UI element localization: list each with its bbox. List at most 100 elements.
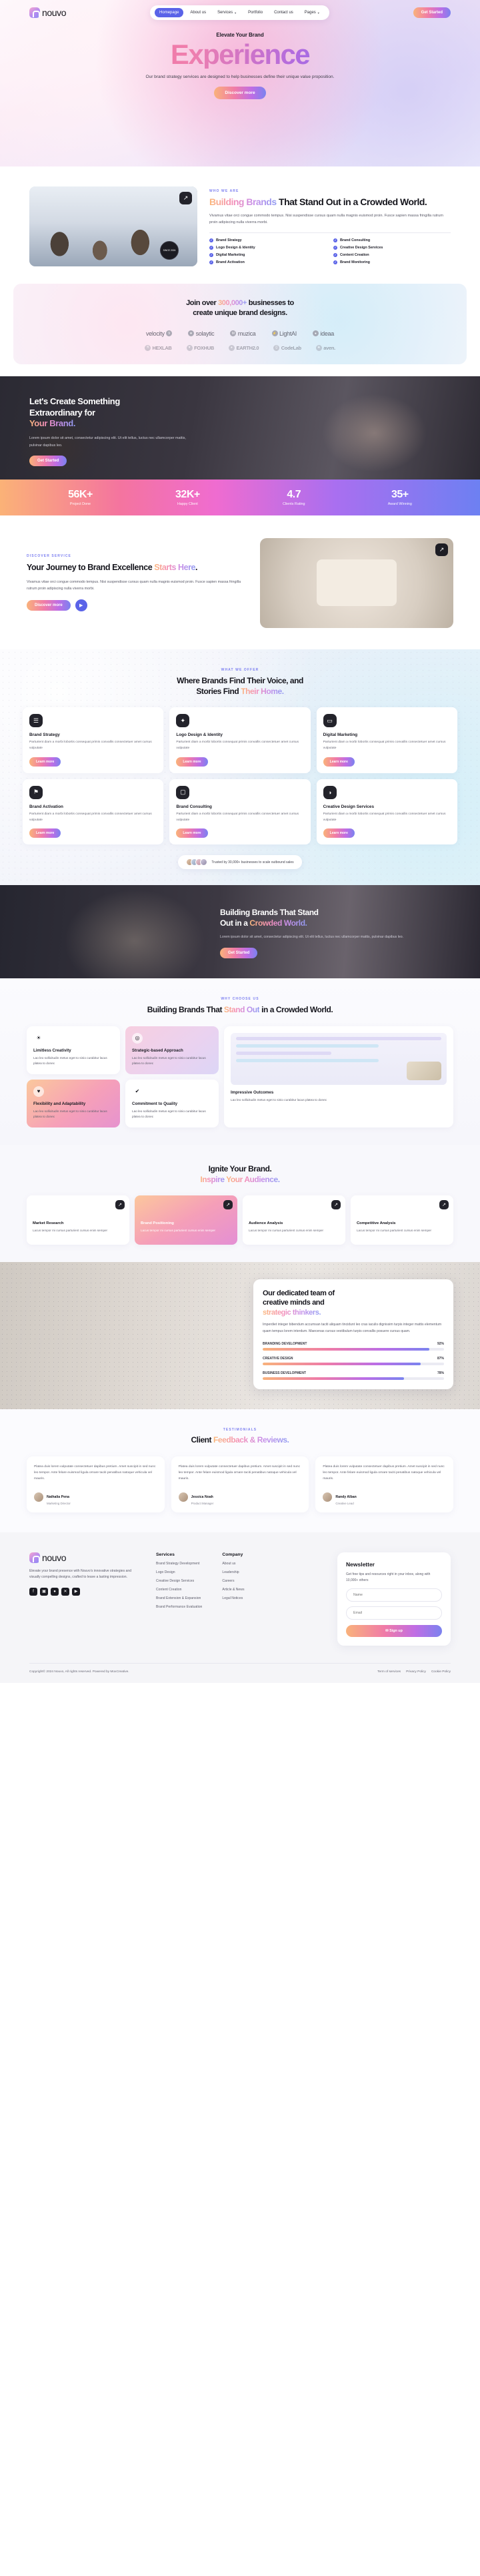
facebook-icon[interactable]: f bbox=[29, 1587, 37, 1596]
footer-link[interactable]: Leadership bbox=[222, 1570, 244, 1574]
rocket-icon: ⚑ bbox=[29, 785, 43, 799]
why-tiles: ☀ Limitless Creativity Lao leo sollicitu… bbox=[27, 1026, 453, 1127]
legal-link[interactable]: Term of services bbox=[377, 1670, 401, 1674]
footer-link[interactable]: Content Creation bbox=[156, 1588, 202, 1592]
service-card[interactable]: ✦ Logo Design & Identity Parturient diam… bbox=[169, 707, 311, 773]
hero-content: Elevate Your Brand Experience Our brand … bbox=[0, 32, 480, 100]
journey-heading-accent: Starts Here bbox=[154, 563, 195, 573]
brand-name: nouvo bbox=[42, 7, 67, 18]
dribbble-icon[interactable]: ● bbox=[51, 1587, 59, 1596]
offer-eyebrow: WHAT WE OFFER bbox=[221, 667, 259, 672]
newsletter-card: Newsletter Get free tips and resources r… bbox=[337, 1552, 451, 1646]
nav-item-pages[interactable]: Pages ▼ bbox=[300, 8, 325, 17]
learn-more-button[interactable]: Learn more bbox=[323, 757, 355, 767]
service-card[interactable]: ◑ Creative Design Services Parturient di… bbox=[316, 779, 457, 845]
footer-link[interactable]: Brand Extension & Expansion bbox=[156, 1596, 202, 1600]
stat-label: Happy Client bbox=[177, 501, 198, 506]
offer-heading-line2-pre: Stories Find bbox=[196, 686, 241, 696]
social-links: f ▣ ● ✕ ▶ bbox=[29, 1587, 136, 1596]
dark-cta-line1: Let's Create Something bbox=[29, 396, 120, 406]
ignite-card-title: Market Research bbox=[33, 1221, 64, 1225]
ignite-card[interactable]: ↗ Brand Positioning Lacus tempor mi curs… bbox=[135, 1195, 237, 1245]
hero-section: nouvo Homepage About us Services ▼ Portfo… bbox=[0, 0, 480, 166]
who-paragraph: Vivamus vitae orci congue commodo tempus… bbox=[209, 214, 443, 225]
check-icon: ✓ bbox=[333, 238, 337, 242]
service-card[interactable]: ▢ Brand Consulting Parturient diam a mor… bbox=[169, 779, 311, 845]
youtube-icon[interactable]: ▶ bbox=[72, 1587, 80, 1596]
client-logo-name: solaytic bbox=[195, 330, 215, 337]
get-started-button[interactable]: Get Started bbox=[413, 7, 451, 18]
learn-more-button[interactable]: Learn more bbox=[176, 757, 208, 767]
footer-logo[interactable]: nouvo bbox=[29, 1552, 136, 1563]
footer-link[interactable]: Creative Design Services bbox=[156, 1579, 202, 1583]
learn-more-button[interactable]: Learn more bbox=[176, 828, 208, 838]
ignite-card[interactable]: ↗ Market Research Lacus tempor mi cursus… bbox=[27, 1195, 129, 1245]
ignite-line1: Ignite Your Brand. bbox=[208, 1163, 272, 1173]
service-card[interactable]: ▭ Digital Marketing Parturient diam a mo… bbox=[316, 707, 457, 773]
arrow-up-right-icon[interactable]: ↗ bbox=[435, 543, 448, 556]
stat-number: 32K+ bbox=[175, 488, 200, 500]
brand-logo[interactable]: nouvo bbox=[29, 7, 67, 18]
instagram-icon[interactable]: ▣ bbox=[40, 1587, 48, 1596]
dark-band-button[interactable]: Get Started bbox=[220, 947, 258, 958]
arrow-up-right-icon[interactable]: ↗ bbox=[223, 1199, 233, 1209]
journey-discover-button[interactable]: Discover more bbox=[27, 600, 71, 611]
footer-link[interactable]: Careers bbox=[222, 1579, 244, 1583]
newsletter-email-input[interactable] bbox=[346, 1606, 442, 1620]
ignite-card[interactable]: ↗ Audience Analysis Lacus tempor mi curs… bbox=[243, 1195, 345, 1245]
testimonials-heading: Client Feedback & Reviews. bbox=[27, 1435, 453, 1445]
legal-link[interactable]: Cookie Policy bbox=[431, 1670, 451, 1674]
play-icon[interactable]: ▶ bbox=[75, 599, 87, 612]
newsletter-signup-button[interactable]: ✉ Sign up bbox=[346, 1624, 442, 1637]
nav-item-about-us[interactable]: About us bbox=[185, 8, 211, 17]
ignite-card[interactable]: ↗ Competitive Analysis Lacus tempor mi c… bbox=[351, 1195, 453, 1245]
stat-label: Clients Rating bbox=[282, 501, 305, 506]
arrow-up-right-icon[interactable]: ↗ bbox=[439, 1199, 449, 1209]
feature-label: Brand Monitoring bbox=[340, 260, 370, 264]
service-card[interactable]: ⚑ Brand Activation Parturient diam a mor… bbox=[23, 779, 164, 845]
nav-item-contact-us[interactable]: Contact us bbox=[269, 8, 298, 17]
dark-band-section: Building Brands That Stand Out in a Crow… bbox=[0, 885, 480, 979]
nav-item-homepage[interactable]: Homepage bbox=[155, 8, 184, 17]
arrow-up-right-icon[interactable]: ↗ bbox=[115, 1199, 125, 1209]
why-tile-text: Lao leo sollicitudin metus eget to sinio… bbox=[33, 1109, 107, 1118]
testimonial-role: Creative Lead bbox=[335, 1501, 354, 1505]
testimonial-quote: Platea duis lorem vulputate consectetuer… bbox=[34, 1465, 156, 1481]
newsletter-name-input[interactable] bbox=[346, 1588, 442, 1602]
footer-link[interactable]: Brand Strategy Development bbox=[156, 1562, 202, 1566]
nav-item-portfolio[interactable]: Portfolio bbox=[243, 8, 267, 17]
dark-cta-button[interactable]: Get Started bbox=[29, 455, 67, 466]
nav-item-services[interactable]: Services ▼ bbox=[213, 8, 241, 17]
testimonial-quote: Platea duis lorem vulputate consectetuer… bbox=[323, 1465, 445, 1481]
testimonial-card: Platea duis lorem vulputate consectetuer… bbox=[315, 1456, 453, 1512]
skill-track bbox=[263, 1363, 444, 1366]
testimonials-eyebrow: TESTIMONIALS bbox=[223, 1428, 257, 1433]
footer-link[interactable]: Logo Design bbox=[156, 1570, 202, 1574]
skill-label: CREATIVE DESIGN bbox=[263, 1357, 293, 1361]
footer-link[interactable]: Article & News bbox=[222, 1588, 244, 1592]
nav-label: Services bbox=[217, 11, 233, 15]
nav-label: Contact us bbox=[274, 11, 293, 15]
arrow-up-right-icon[interactable]: ↗ bbox=[179, 192, 192, 204]
hero-discover-button[interactable]: Discover more bbox=[214, 87, 266, 100]
feature-item: ✓ Brand Consulting bbox=[333, 238, 451, 242]
footer-link[interactable]: Brand Performance Evaluation bbox=[156, 1605, 202, 1609]
stat-number: 35+ bbox=[391, 488, 409, 500]
footer-link[interactable]: Legal Notices bbox=[222, 1596, 244, 1600]
service-card[interactable]: ☰ Brand Strategy Parturient diam a morbi… bbox=[23, 707, 164, 773]
learn-more-button[interactable]: Learn more bbox=[323, 828, 355, 838]
arrow-up-right-icon[interactable]: ↗ bbox=[331, 1199, 341, 1209]
x-icon[interactable]: ✕ bbox=[61, 1587, 69, 1596]
footer-link[interactable]: About us bbox=[222, 1562, 244, 1566]
client-logo-name: muzica bbox=[237, 330, 256, 337]
service-text: Parturient diam a morbi lobortis consequ… bbox=[176, 812, 299, 822]
why-big-title: Impressive Outcomes bbox=[231, 1090, 274, 1095]
team-photo: ↗ SINCE 2024 bbox=[29, 186, 197, 266]
learn-more-button[interactable]: Learn more bbox=[29, 828, 61, 838]
hero-kicker: Elevate Your Brand bbox=[216, 32, 264, 38]
testimonials-section: TESTIMONIALS Client Feedback & Reviews. … bbox=[0, 1409, 480, 1532]
learn-more-button[interactable]: Learn more bbox=[29, 757, 61, 767]
legal-link[interactable]: Privacy Policy bbox=[406, 1670, 426, 1674]
clients-heading: Join over 300,000+ businesses to create … bbox=[13, 298, 467, 318]
client-logo-mark-icon: {} bbox=[273, 344, 280, 351]
